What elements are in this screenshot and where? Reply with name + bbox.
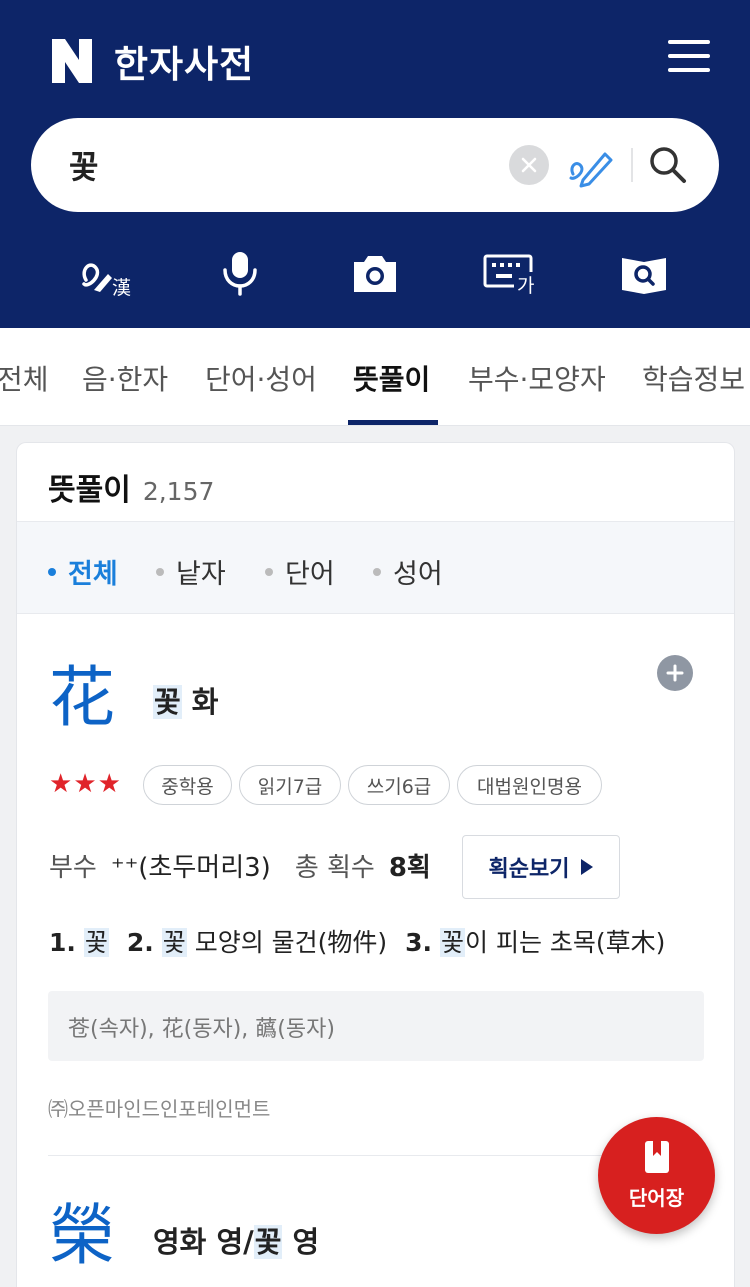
radical-value: ⁺⁺(초두머리3) — [110, 853, 271, 883]
tab-words-idioms[interactable]: 단어·성어 — [205, 358, 317, 398]
entry-hanja[interactable]: 榮 — [49, 1203, 115, 1269]
level-badge: 대법원인명용 — [457, 765, 602, 805]
svg-text:가: 가 — [517, 275, 534, 294]
bookmark-book-icon — [644, 1141, 669, 1173]
star-icon: ★ — [97, 769, 121, 799]
search-bar — [31, 118, 719, 212]
tab-sound-hanja[interactable]: 음·한자 — [82, 358, 168, 398]
entry-reading[interactable]: 영화 영/꽃 영 — [153, 1219, 319, 1261]
brand[interactable]: 한자사전 — [52, 34, 254, 88]
input-tools: 漢 가 — [0, 248, 750, 298]
app-header: 한자사전 漢 — [0, 0, 750, 328]
level-badge: 쓰기6급 — [348, 765, 450, 805]
wordbook-button[interactable]: 단어장 — [598, 1117, 715, 1234]
tab-meanings[interactable]: 뜻풀이 — [353, 358, 430, 398]
bullet-icon — [48, 567, 56, 576]
variant-characters: 苍(속자), 花(동자), 蘤(동자) — [48, 991, 704, 1061]
star-rating: ★ ★ ★ — [49, 769, 122, 799]
level-badge: 중학용 — [143, 765, 232, 805]
play-triangle-icon — [581, 859, 594, 875]
clear-icon[interactable] — [509, 145, 549, 185]
active-tab-indicator — [348, 420, 438, 425]
tab-radicals[interactable]: 부수·모양자 — [468, 358, 606, 398]
category-tabs: 전체 음·한자 단어·성어 뜻풀이 부수·모양자 학습정보 — [0, 328, 750, 426]
bullet-icon — [265, 567, 273, 576]
star-icon: ★ — [49, 769, 73, 799]
entry-reading[interactable]: 꽃 화 — [153, 679, 218, 721]
filter-idiom[interactable]: 성어 — [373, 552, 443, 591]
page-title: 한자사전 — [114, 43, 255, 86]
stroke-count: 8획 — [388, 853, 431, 883]
bullet-icon — [373, 567, 381, 576]
level-badge: 읽기7급 — [239, 765, 341, 805]
card-header: 뜻풀이 2,157 — [48, 465, 214, 509]
entry-hanja[interactable]: 花 — [49, 665, 115, 731]
filter-bar: 전체 낱자 단어 성어 — [17, 521, 734, 614]
filter-all[interactable]: 전체 — [48, 552, 118, 591]
naver-logo-icon — [52, 39, 92, 83]
result-count: 2,157 — [142, 477, 215, 506]
search-input[interactable] — [69, 140, 489, 190]
star-icon: ★ — [73, 769, 97, 799]
tab-study-info[interactable]: 학습정보 — [642, 358, 745, 398]
source-credit: ㈜오픈마인드인포테인먼트 — [48, 1097, 271, 1121]
hamburger-menu-icon[interactable] — [668, 40, 710, 76]
card-title: 뜻풀이 — [48, 473, 131, 508]
search-icon[interactable] — [647, 144, 689, 186]
stroke-order-button[interactable]: 획순보기 — [462, 835, 620, 899]
book-search-icon[interactable] — [614, 248, 674, 298]
divider — [631, 148, 633, 182]
add-to-wordbook-icon[interactable] — [657, 655, 693, 691]
handwriting-hanja-icon[interactable]: 漢 — [78, 248, 138, 298]
keyboard-icon[interactable]: 가 — [480, 248, 540, 298]
svg-text:漢: 漢 — [112, 277, 131, 296]
camera-icon[interactable] — [345, 248, 405, 298]
tab-all[interactable]: 전체 — [0, 358, 49, 398]
radical-stroke-info: 부수 ⁺⁺(초두머리3) 총 획수 8획 — [49, 847, 431, 884]
filter-single-char[interactable]: 낱자 — [156, 552, 226, 591]
bullet-icon — [156, 567, 164, 576]
definition-list: 1. 꽃 2. 꽃 모양의 물건(物件) 3. 꽃이 피는 초목(草木) — [49, 928, 666, 957]
microphone-icon[interactable] — [210, 248, 270, 298]
filter-word[interactable]: 단어 — [265, 552, 335, 591]
pen-icon[interactable] — [567, 144, 615, 188]
